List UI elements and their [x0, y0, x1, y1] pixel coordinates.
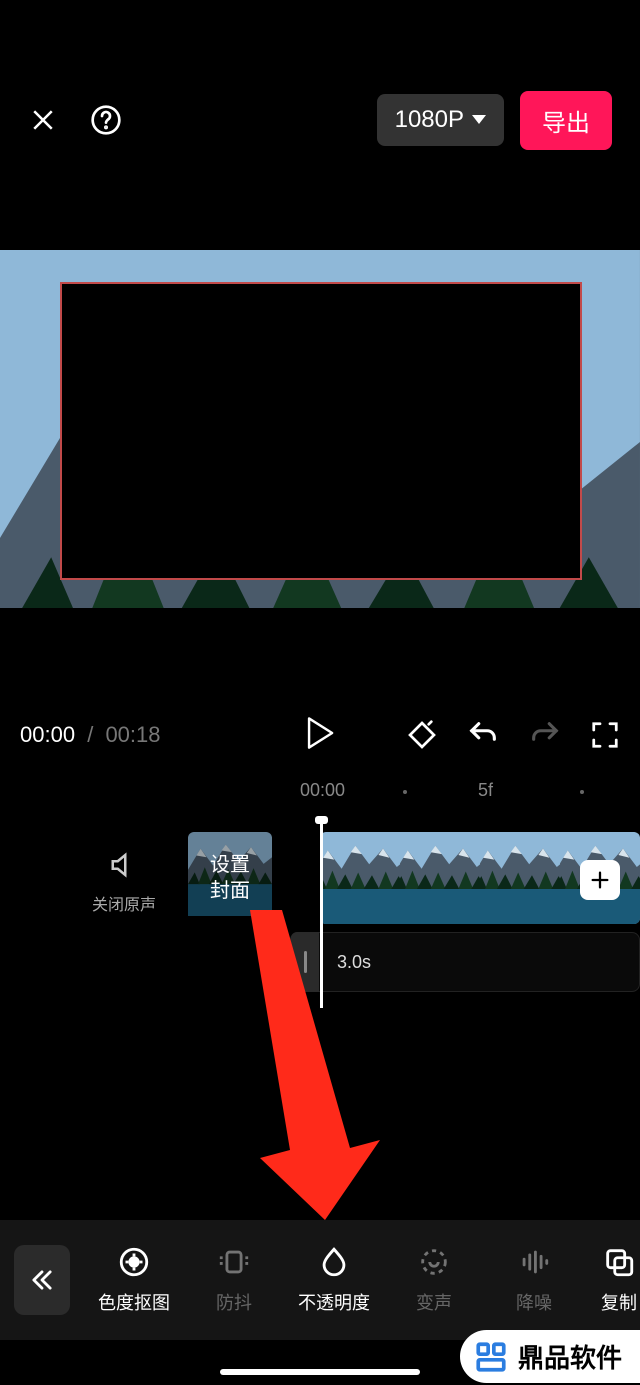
overlay-clip[interactable] — [60, 282, 582, 580]
mute-label: 关闭原声 — [92, 891, 156, 915]
watermark-badge: 鼎品软件 — [460, 1330, 640, 1383]
ruler-mark-1: 5f — [478, 780, 493, 801]
playhead[interactable] — [320, 820, 323, 1008]
tool-opacity[interactable]: 不透明度 — [284, 1245, 384, 1315]
bottom-toolbar: 色度抠图 防抖 不透明度 变声 降噪 复制 — [0, 1220, 640, 1340]
timeline-tracks[interactable]: 关闭原声 设置 封面 3.0s — [0, 820, 640, 1020]
undo-icon[interactable] — [466, 718, 500, 752]
header: 1080P 导出 — [0, 95, 640, 145]
overlay-track-clip[interactable]: 3.0s — [290, 932, 640, 992]
cover-label: 设置 封面 — [210, 852, 250, 904]
resolution-button[interactable]: 1080P — [377, 94, 504, 146]
export-button[interactable]: 导出 — [520, 91, 612, 150]
speaker-icon — [109, 850, 139, 880]
mute-button[interactable]: 关闭原声 — [92, 850, 156, 915]
opacity-icon — [317, 1245, 351, 1279]
chroma-icon — [117, 1245, 151, 1279]
fullscreen-icon[interactable] — [590, 720, 620, 750]
tool-copy[interactable]: 复制 — [584, 1245, 640, 1315]
add-clip-button[interactable] — [580, 860, 620, 900]
time-current: 00:00 — [20, 722, 75, 747]
time-separator: / — [87, 722, 93, 747]
clip-duration: 3.0s — [337, 952, 371, 973]
watermark-logo-icon — [474, 1340, 508, 1374]
clip-handle[interactable] — [291, 932, 319, 992]
watermark-text: 鼎品软件 — [518, 1338, 622, 1375]
clip-thumb — [480, 832, 560, 924]
plus-icon — [589, 869, 611, 891]
tool-label: 复制 — [601, 1289, 637, 1315]
copy-icon — [602, 1245, 636, 1279]
redo-icon — [528, 718, 562, 752]
tool-stabilize[interactable]: 防抖 — [184, 1245, 284, 1315]
clip-thumb — [400, 832, 480, 924]
tool-label: 变声 — [416, 1289, 452, 1315]
tool-chroma-key[interactable]: 色度抠图 — [84, 1245, 184, 1315]
voice-icon — [417, 1245, 451, 1279]
home-indicator — [220, 1369, 420, 1375]
stabilize-icon — [217, 1245, 251, 1279]
caret-down-icon — [472, 115, 486, 125]
tool-label: 降噪 — [516, 1289, 552, 1315]
timeline-ruler[interactable]: 00:00 5f — [0, 780, 640, 804]
tool-noise-reduce[interactable]: 降噪 — [484, 1245, 584, 1315]
noise-icon — [517, 1245, 551, 1279]
ruler-mark-0: 00:00 — [300, 780, 345, 801]
set-cover-button[interactable]: 设置 封面 — [188, 832, 272, 924]
tool-voice-change[interactable]: 变声 — [384, 1245, 484, 1315]
video-preview[interactable] — [0, 250, 640, 610]
resolution-label: 1080P — [395, 106, 464, 134]
tool-label: 不透明度 — [298, 1289, 370, 1315]
export-label: 导出 — [542, 110, 590, 137]
tool-label: 色度抠图 — [98, 1289, 170, 1315]
collapse-toolbar-button[interactable] — [14, 1245, 70, 1315]
tool-label: 防抖 — [216, 1289, 252, 1315]
time-total: 00:18 — [105, 722, 160, 747]
keyframe-icon[interactable] — [406, 719, 438, 751]
play-icon[interactable] — [305, 716, 335, 750]
help-icon[interactable] — [90, 104, 122, 136]
chevron-double-left-icon — [28, 1266, 56, 1294]
time-display: 00:00 / 00:18 — [20, 722, 161, 748]
close-icon[interactable] — [28, 105, 58, 135]
clip-thumb — [320, 832, 400, 924]
playback-controls: 00:00 / 00:18 — [0, 710, 640, 760]
